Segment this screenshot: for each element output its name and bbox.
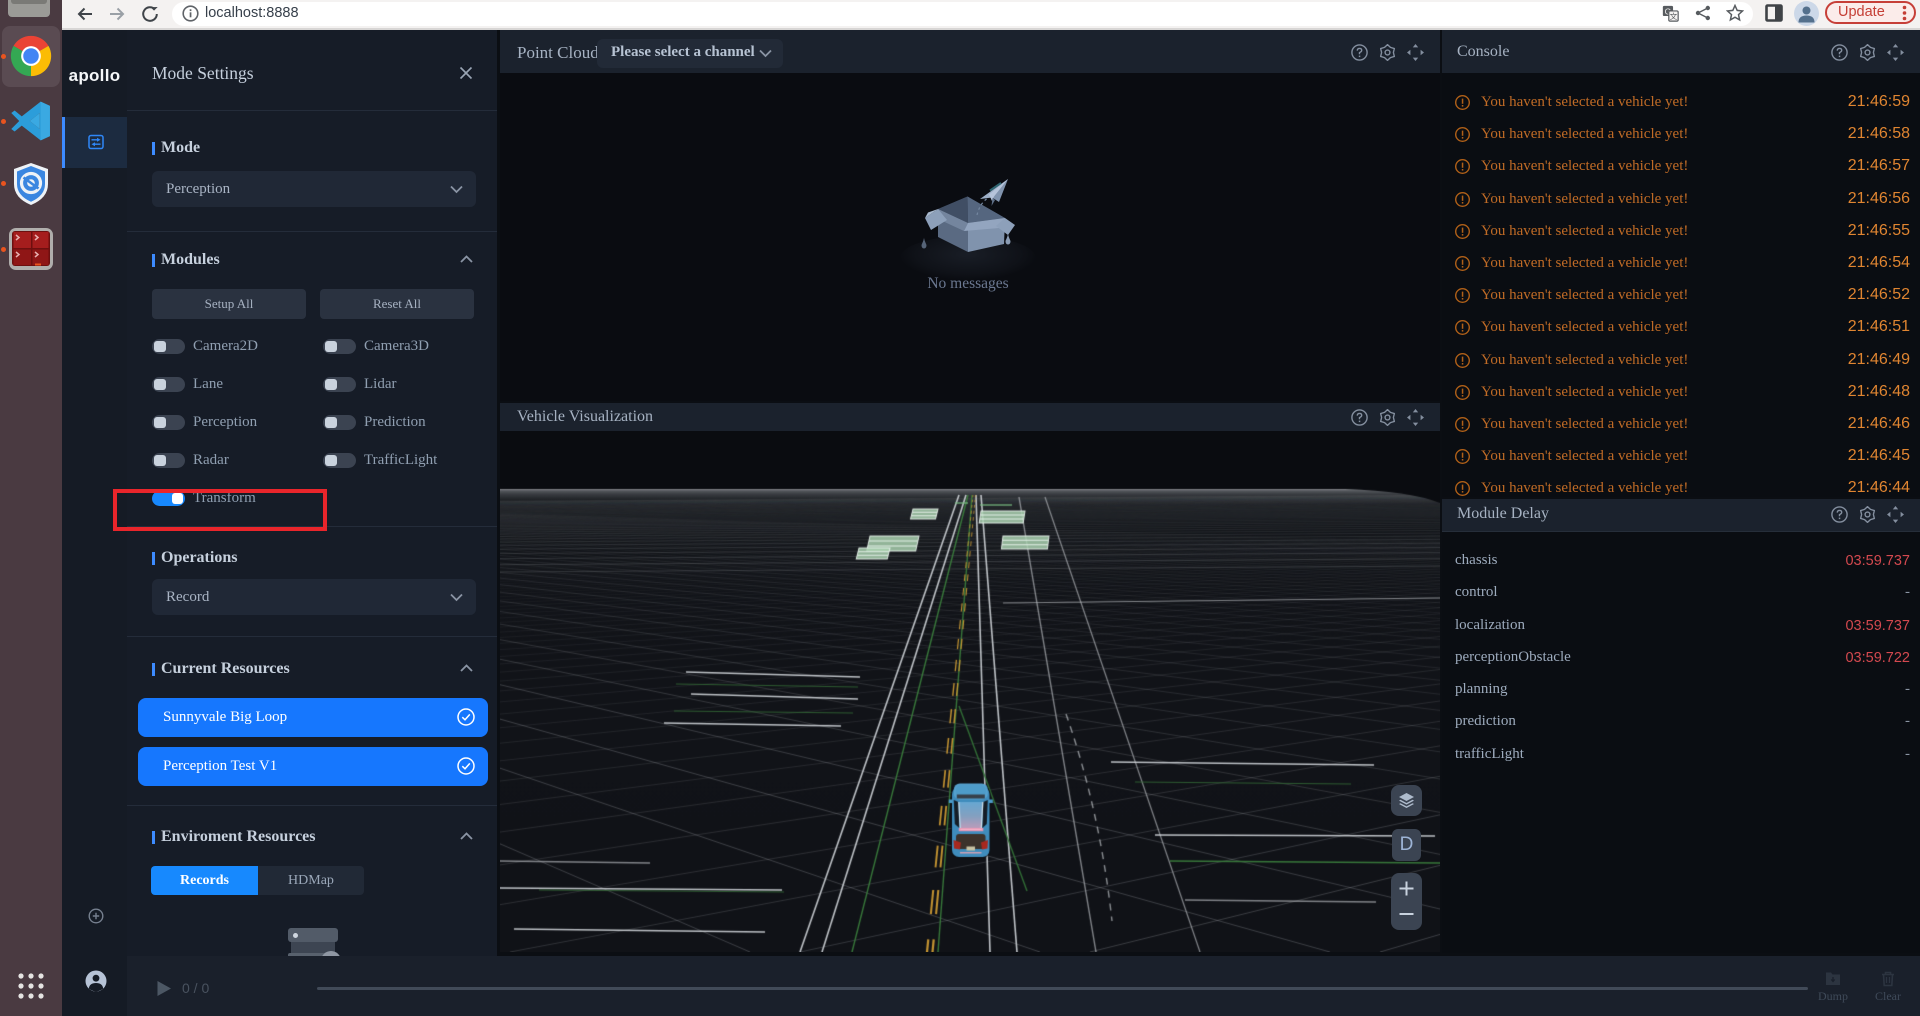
svg-text:文: 文	[1670, 11, 1678, 21]
